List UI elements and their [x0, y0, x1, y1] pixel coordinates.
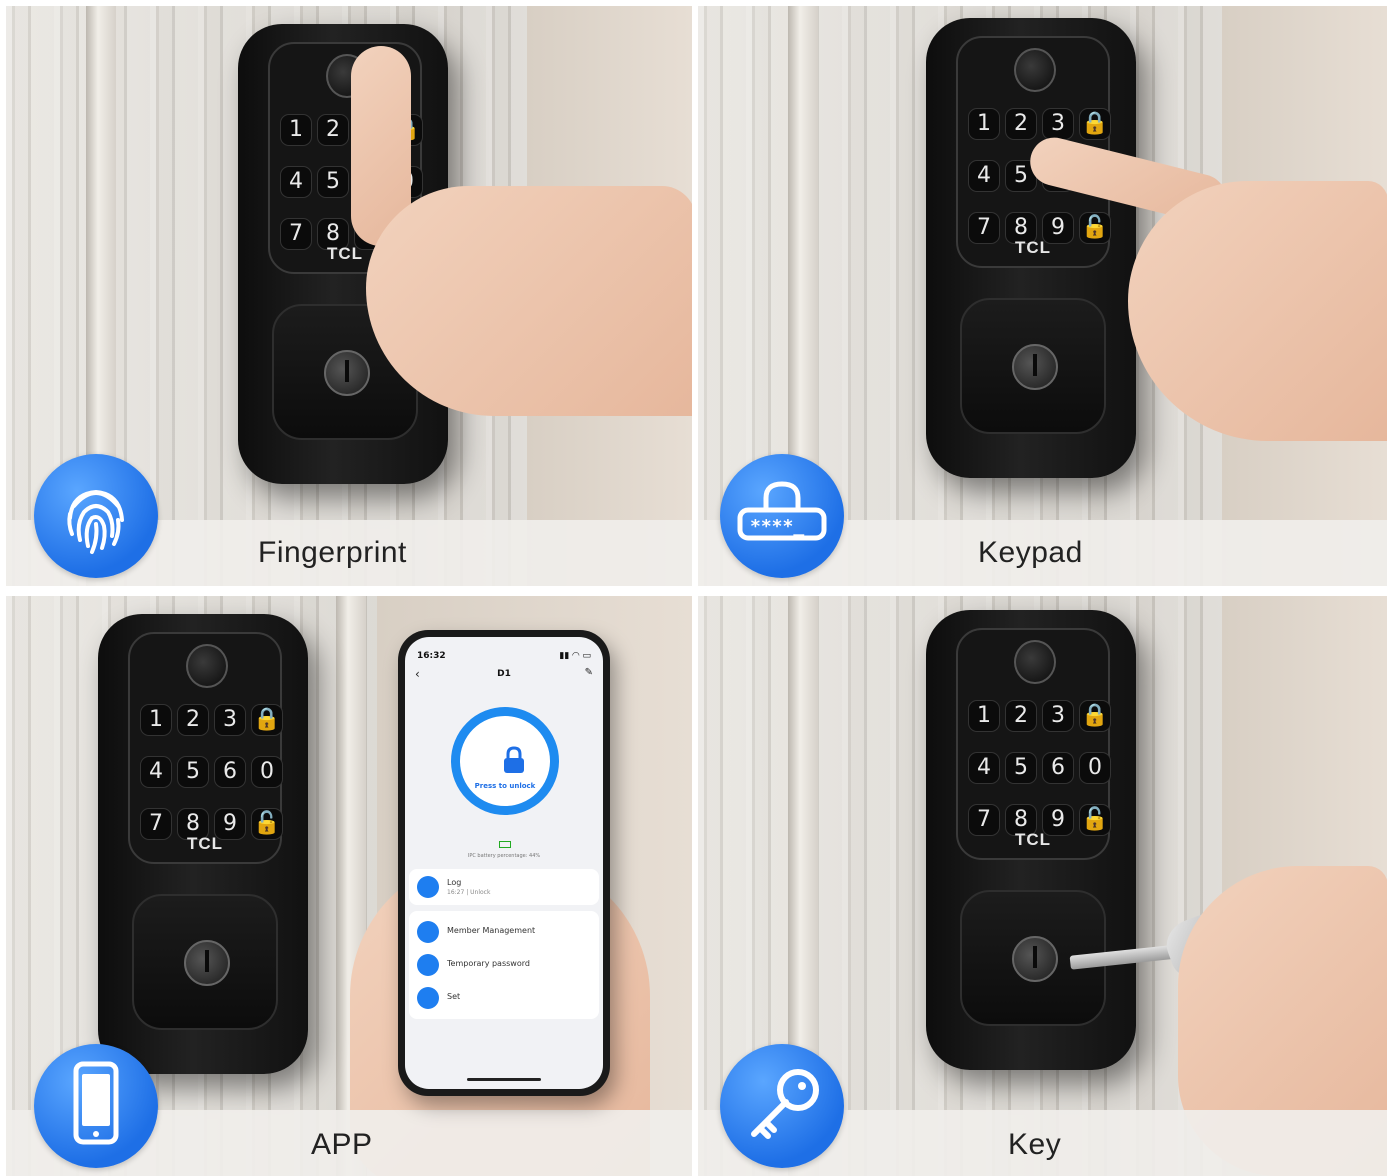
keypad-key: 1 — [968, 108, 1000, 140]
smart-lock: 1 2 3 🔒 4 5 6 0 7 8 9 🔓 TCL — [98, 614, 308, 1074]
bell-icon — [417, 987, 439, 1009]
keypad-key: 5 — [1005, 752, 1037, 784]
battery-text: IPC battery percentage: 44% — [467, 853, 541, 859]
fingerprint-sensor — [1014, 640, 1056, 684]
log-card[interactable]: Log 16:27 | Unlock — [409, 869, 599, 905]
keypad-key: 5 — [317, 166, 349, 198]
log-subtitle: 16:27 | Unlock — [447, 889, 491, 896]
keypad-key: 3 — [1042, 108, 1074, 140]
keypad-key: 2 — [1005, 700, 1037, 732]
keypad-key: 1 — [280, 114, 312, 146]
fingerprint-sensor — [1014, 48, 1056, 92]
deadbolt-housing — [960, 298, 1106, 434]
keypad-key: 3 — [1042, 700, 1074, 732]
keypad-key: 🔒 — [1079, 700, 1111, 732]
smart-lock: 1 2 3 🔒 4 5 6 0 7 8 9 🔓 TCL — [926, 610, 1136, 1070]
unlock-label: Press to unlock — [474, 782, 536, 790]
lock-brand: TCL — [1014, 238, 1052, 257]
panel-fingerprint: 1 2 3 🔒 4 5 6 0 7 8 9 🔓 TCL Fingerprint — [6, 6, 692, 586]
keypad-key: 1 — [968, 700, 1000, 732]
keypad-key: 🔒 — [1079, 108, 1111, 140]
keypad-key: 6 — [214, 756, 246, 788]
key-cylinder — [324, 350, 370, 396]
key-badge — [720, 1044, 844, 1168]
keypad-key: 4 — [968, 752, 1000, 784]
bell-icon — [417, 876, 439, 898]
keypad: 1 2 3 🔒 4 5 6 0 7 8 9 🔓 — [968, 700, 1111, 836]
app-title: D1 — [497, 669, 511, 679]
unlock-button[interactable]: Press to unlock — [451, 707, 559, 815]
key-icon — [751, 1069, 819, 1139]
hand — [366, 186, 692, 416]
keypad-key: 0 — [251, 756, 283, 788]
user-icon — [417, 921, 439, 943]
smart-lock: 1 2 3 🔒 4 5 6 0 7 8 9 🔓 TCL — [926, 18, 1136, 478]
home-indicator — [467, 1078, 541, 1081]
battery-icon — [499, 841, 511, 848]
phone-time: 16:32 — [417, 651, 446, 661]
menu-item-label: Temporary password — [447, 959, 530, 968]
keypad-key: 4 — [968, 160, 1000, 192]
status-icons: ▮▮ ◠ ▭ — [559, 651, 591, 661]
lock-icon — [504, 746, 524, 773]
key-cylinder — [184, 940, 230, 986]
smartphone-icon — [73, 1061, 119, 1145]
keypad-key: 2 — [1005, 108, 1037, 140]
key-cylinder — [1012, 936, 1058, 982]
phone-screen: 16:32 ▮▮ ◠ ▭ ‹ D1 ✎ Press to unlock IPC … — [405, 637, 603, 1089]
fingerprint-icon — [67, 489, 124, 554]
keypad-key: 2 — [177, 704, 209, 736]
lock-brand: TCL — [1014, 830, 1052, 849]
log-title: Log — [447, 878, 462, 887]
menu-card: Member Management Temporary password Set — [409, 911, 599, 1019]
deadbolt-housing — [132, 894, 278, 1030]
app-badge — [34, 1044, 158, 1168]
grid-icon — [417, 954, 439, 976]
edit-icon[interactable]: ✎ — [585, 667, 593, 678]
menu-item-label: Member Management — [447, 926, 536, 935]
method-label: APP — [311, 1128, 373, 1161]
method-label: Keypad — [978, 536, 1083, 569]
keypad-key: 0 — [1079, 752, 1111, 784]
keypad: 1 2 3 🔒 4 5 6 0 7 8 9 🔓 — [140, 704, 283, 840]
method-label: Fingerprint — [258, 536, 407, 569]
keypad-key: 2 — [317, 114, 349, 146]
fingerprint-badge — [34, 454, 158, 578]
keypad-key: 3 — [214, 704, 246, 736]
keypad-key: 1 — [140, 704, 172, 736]
keypad-key: 6 — [1042, 752, 1074, 784]
smartphone: 16:32 ▮▮ ◠ ▭ ‹ D1 ✎ Press to unlock IPC … — [398, 630, 610, 1096]
fingerprint-sensor — [186, 644, 228, 688]
keypad-key: 🔒 — [251, 704, 283, 736]
keypad-key: 4 — [140, 756, 172, 788]
lock-brand: TCL — [186, 834, 224, 853]
menu-item-label: Set — [447, 992, 461, 1001]
password-lock-icon: ****_ — [737, 481, 827, 541]
svg-text:****_: ****_ — [750, 516, 804, 537]
key-cylinder — [1012, 344, 1058, 390]
keypad-key: 4 — [280, 166, 312, 198]
panel-keypad: 1 2 3 🔒 4 5 6 0 7 8 9 🔓 TCL Keypad ****_ — [698, 6, 1387, 586]
keypad-badge: ****_ — [720, 454, 844, 578]
panel-key: 1 2 3 🔒 4 5 6 0 7 8 9 🔓 TCL Key — [698, 596, 1387, 1176]
method-label: Key — [1008, 1128, 1062, 1161]
keypad-key: 5 — [177, 756, 209, 788]
